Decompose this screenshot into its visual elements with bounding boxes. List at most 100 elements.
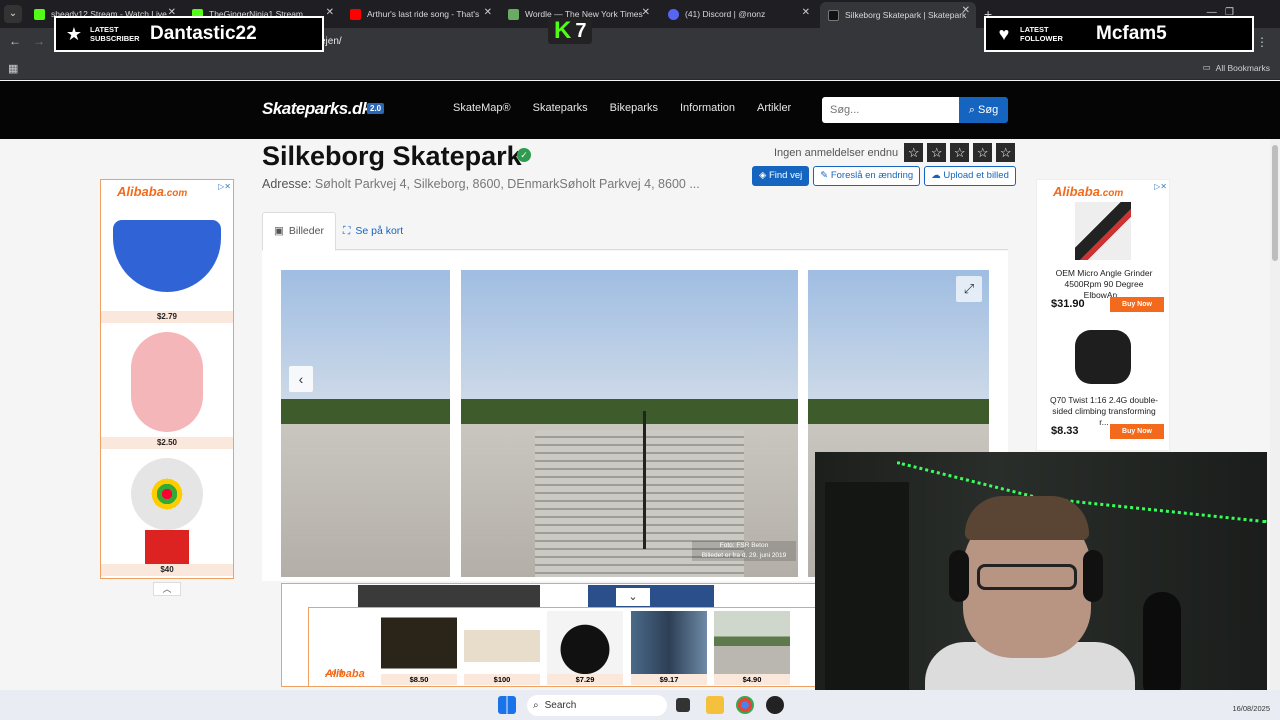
star-rating-1-icon[interactable]: ☆ (904, 143, 924, 162)
webcam-overlay (815, 452, 1267, 706)
search-input[interactable] (822, 97, 959, 123)
star-rating-2-icon[interactable]: ☆ (927, 143, 947, 162)
close-icon[interactable]: ✕ (802, 7, 810, 18)
taskbar-search[interactable]: ⌕ Search (527, 695, 667, 716)
task-view-icon[interactable] (676, 698, 690, 712)
streamer-glasses (977, 564, 1077, 590)
buy-now-button[interactable]: Buy Now (1110, 424, 1164, 439)
collapse-ad-button[interactable]: ︿ (153, 582, 181, 596)
park-address: Adresse: Søholt Parkvej 4, Silkeborg, 86… (262, 177, 700, 191)
ad-choices-icon[interactable]: ▷✕ (218, 182, 231, 191)
overlay-label: LATEST FOLLOWER (1020, 25, 1063, 43)
address-bar[interactable]: ejen/ (300, 32, 960, 52)
ad-price: $40 (101, 564, 233, 576)
search-button[interactable]: ⌕ Søg (959, 97, 1008, 123)
browser-tab-active[interactable]: Silkeborg Skatepark | Skatepark ✕ (820, 2, 976, 28)
site-header: Skateparks.dk 2.0 SkateMap® Skateparks B… (0, 81, 1280, 139)
nav-artikler[interactable]: Artikler (757, 102, 791, 114)
nav-bikeparks[interactable]: Bikeparks (610, 102, 658, 114)
photo-credit: Foto: FSR Beton Billedet er fra d. 29. j… (692, 541, 796, 561)
ad-price: $100 (464, 674, 540, 685)
latest-follower-overlay: ♥ LATEST FOLLOWER Mcfam5 (984, 16, 1254, 52)
star-rating-4-icon[interactable]: ☆ (973, 143, 993, 162)
file-explorer-icon[interactable] (706, 696, 724, 714)
ad-image-strip (358, 585, 540, 607)
main-nav: SkateMap® Skateparks Bikeparks Informati… (453, 102, 791, 114)
browser-tab[interactable]: (41) Discord | @nonz ✕ (660, 4, 816, 24)
menu-icon[interactable]: ⋮ (1256, 35, 1268, 49)
suggest-change-button[interactable]: ✎ Foreslå en ændring (813, 166, 921, 186)
ad-product-image[interactable] (113, 220, 221, 292)
page-scrollbar[interactable] (1270, 139, 1280, 690)
windows-taskbar: ⌕ Search 16/08/2025 (0, 690, 1280, 720)
star-rating-5-icon[interactable]: ☆ (996, 143, 1016, 162)
photo-credit-line-1: Foto: FSR Beton (719, 542, 769, 549)
viewer-count: 7 (575, 19, 587, 42)
find-route-button[interactable]: ◈ Find vej (752, 166, 810, 186)
ad-choices-icon[interactable]: ▷✕ (1154, 182, 1167, 191)
find-route-label: Find vej (768, 170, 803, 181)
buy-now-button[interactable]: Buy Now (1110, 297, 1164, 312)
upload-image-label: Upload et billed (943, 170, 1009, 181)
tab-images-label: Billeder (288, 225, 324, 237)
ad-product-image[interactable] (547, 611, 623, 675)
nav-information[interactable]: Information (680, 102, 735, 114)
address-label: Adresse: (262, 177, 312, 191)
ad-product-image[interactable] (464, 611, 540, 675)
follower-name: Mcfam5 (1096, 23, 1167, 44)
address-value: Søholt Parkvej 4, Silkeborg, 8600, DEnma… (314, 177, 700, 191)
site-logo[interactable]: Skateparks.dk (262, 99, 371, 119)
right-ad[interactable]: Alibaba.com ▷✕ OEM Micro Angle Grinder 4… (1036, 179, 1170, 451)
wordle-favicon-icon (508, 8, 519, 20)
alibaba-logo-suffix: .com (163, 188, 188, 199)
tab-map[interactable]: ⛶ Se på kort (332, 212, 414, 251)
app-icon[interactable] (766, 696, 784, 714)
close-icon[interactable]: ✕ (484, 7, 492, 18)
close-icon[interactable]: ✕ (326, 7, 334, 18)
nav-skatemap[interactable]: SkateMap® (453, 102, 511, 114)
alibaba-logo-suffix: .com (325, 668, 344, 677)
ad-price: $7.29 (547, 674, 623, 685)
streamer-hair (965, 496, 1089, 540)
chevron-down-icon[interactable]: ⌄ (616, 588, 650, 606)
chrome-icon[interactable] (736, 696, 754, 714)
forward-icon[interactable]: → (33, 34, 45, 48)
ad-product-stand (145, 530, 189, 564)
nav-skateparks[interactable]: Skateparks (533, 102, 588, 114)
tab-search-button[interactable]: ⌄ (4, 5, 22, 23)
tab-title: (41) Discord | @nonz (685, 9, 766, 19)
gallery-photo-main[interactable] (461, 270, 798, 577)
kick-viewer-badge: K 7 (548, 17, 593, 44)
scrollbar-thumb[interactable] (1272, 145, 1278, 261)
gallery-photo[interactable] (281, 270, 450, 577)
windows-start-icon[interactable] (498, 696, 516, 714)
tab-images[interactable]: ▣ Billeder (262, 212, 336, 251)
suggest-change-label: Foreslå en ændring (830, 170, 914, 181)
ad-product-image[interactable] (1075, 202, 1131, 260)
fullscreen-expand-icon[interactable]: ⤢ (956, 276, 982, 302)
ad-price: $31.90 (1051, 298, 1085, 310)
back-icon[interactable]: ← (9, 34, 21, 48)
ad-product-image[interactable] (1075, 330, 1131, 384)
apps-grid-icon[interactable]: ▦ (8, 62, 18, 75)
upload-image-button[interactable]: ☁ Upload et billed (924, 166, 1016, 186)
ad-product-image[interactable] (714, 611, 790, 675)
tab-title: Arthur's last ride song - That's (367, 9, 480, 19)
all-bookmarks-label: All Bookmarks (1215, 62, 1270, 73)
ad-product-image[interactable] (131, 458, 203, 530)
bottom-ad[interactable]: Alibaba .com $8.50 $100 $7.29 $9.17 $4.90 (308, 607, 822, 687)
photo-credit-line-2: Billedet er fra d. 29. juni 2019 (701, 552, 787, 559)
left-ad[interactable]: Alibaba.com ▷✕ $2.79 $2.50 $40 (100, 179, 234, 579)
browser-tab[interactable]: Arthur's last ride song - That's ✕ (342, 4, 498, 24)
ad-product-image[interactable] (631, 611, 707, 675)
gallery-prev-button[interactable]: ‹ (289, 366, 313, 392)
all-bookmarks-button[interactable]: ▭ All Bookmarks (1203, 62, 1270, 73)
close-icon[interactable]: ✕ (642, 7, 650, 18)
content-tabs: ▣ Billeder ⛶ Se på kort (262, 212, 1008, 251)
close-icon[interactable]: ✕ (962, 5, 970, 16)
star-rating-3-icon[interactable]: ☆ (950, 143, 970, 162)
alibaba-logo: Alibaba (1053, 184, 1100, 199)
ad-product-image[interactable] (131, 332, 203, 432)
ad-product-image[interactable] (381, 611, 457, 675)
search-button-label: Søg (978, 103, 999, 116)
